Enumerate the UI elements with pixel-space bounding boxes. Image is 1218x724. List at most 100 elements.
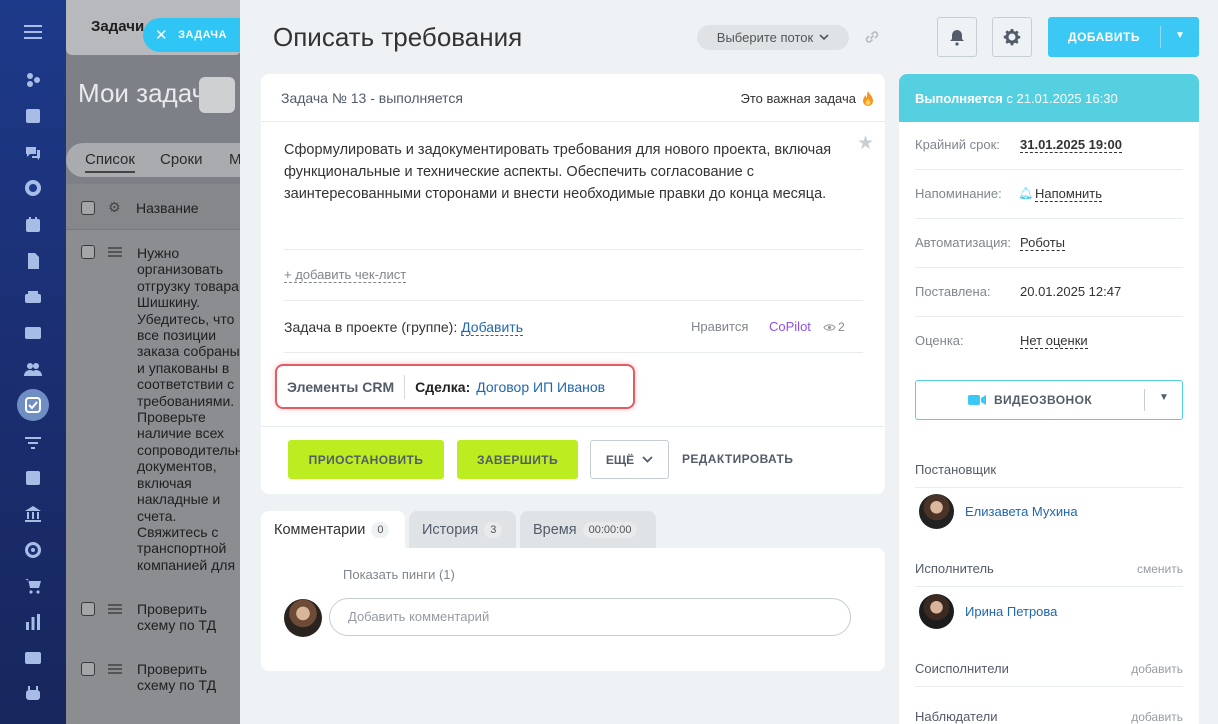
bell-icon bbox=[950, 30, 964, 46]
assignee-section: Исполнитель сменить bbox=[915, 561, 1183, 587]
crm-elements-block: Элементы CRM Сделка: Договор ИП Иванов bbox=[275, 364, 635, 409]
eye-icon bbox=[823, 323, 836, 331]
bg-gear-icon[interactable]: ⚙ bbox=[108, 199, 121, 216]
finish-button[interactable]: ЗАВЕРШИТЬ bbox=[457, 440, 578, 479]
status-since: с 21.01.2025 16:30 bbox=[1006, 91, 1118, 106]
bg-tab-deadlines[interactable]: Сроки bbox=[160, 151, 202, 168]
assignee-person[interactable]: Ирина Петрова bbox=[919, 594, 1057, 629]
contact-card-icon[interactable] bbox=[22, 647, 44, 669]
tasks-icon[interactable] bbox=[17, 389, 49, 421]
bg-sort-button[interactable] bbox=[199, 77, 235, 113]
coexecutors-add-link[interactable]: добавить bbox=[1131, 662, 1183, 676]
add-checklist-link[interactable]: + добавить чек-лист bbox=[284, 267, 407, 283]
chevron-down-icon bbox=[642, 456, 653, 463]
status-badge: Выполняется с 21.01.2025 16:30 bbox=[899, 74, 1199, 122]
users-icon[interactable] bbox=[22, 358, 44, 380]
task-card-header: Задача № 13 - выполняется Это важная зад… bbox=[261, 74, 885, 122]
add-button[interactable]: ДОБАВИТЬ ▼ bbox=[1048, 17, 1199, 57]
bg-task-table: ⚙ Название Нужно организовать отгрузку т… bbox=[66, 184, 266, 724]
tab-time[interactable]: Время 00:00:00 bbox=[520, 511, 656, 548]
created-value: 20.01.2025 12:47 bbox=[1020, 284, 1122, 299]
table-row[interactable]: Нужно организовать отгрузку товара Шишки… bbox=[137, 245, 260, 573]
pause-button[interactable]: ПРИОСТАНОВИТЬ bbox=[288, 440, 444, 479]
copilot-button[interactable]: CoPilot bbox=[769, 319, 811, 334]
observers-section: Наблюдатели добавить bbox=[915, 709, 1183, 724]
assignee-change-link[interactable]: сменить bbox=[1137, 562, 1183, 576]
fire-icon bbox=[863, 91, 873, 106]
creator-section: Постановщик bbox=[915, 462, 1183, 488]
checklist-icon[interactable] bbox=[22, 467, 44, 489]
target-icon[interactable] bbox=[22, 177, 44, 199]
assignee-label: Исполнитель bbox=[915, 561, 994, 576]
important-label: Это важная задача bbox=[740, 91, 856, 106]
edit-button[interactable]: РЕДАКТИРОВАТЬ bbox=[682, 452, 793, 466]
bg-select-all-checkbox[interactable] bbox=[81, 201, 95, 215]
drive-icon[interactable] bbox=[22, 286, 44, 308]
star-icon[interactable]: ★ bbox=[857, 132, 874, 155]
mail-icon[interactable] bbox=[22, 322, 44, 344]
videocall-button[interactable]: ВИДЕОЗВОНОК ▼ bbox=[915, 380, 1183, 420]
creator-name[interactable]: Елизавета Мухина bbox=[965, 504, 1078, 519]
calendar-icon[interactable] bbox=[22, 214, 44, 236]
rating-value[interactable]: Нет оценки bbox=[1020, 333, 1088, 349]
tab-comments[interactable]: Комментарии 0 bbox=[261, 511, 405, 548]
feed-icon[interactable] bbox=[22, 69, 44, 91]
notifications-button[interactable] bbox=[937, 17, 977, 57]
funnel-icon[interactable] bbox=[22, 432, 44, 454]
project-label: Задача в проекте (группе): bbox=[284, 319, 458, 335]
more-button-label: ЕЩЁ bbox=[605, 452, 635, 467]
table-row[interactable]: Проверить схему по ТД bbox=[137, 661, 247, 694]
close-slider-chip[interactable]: ✕ ЗАДАЧА bbox=[143, 18, 243, 52]
bg-row-checkbox[interactable] bbox=[81, 245, 95, 259]
deadline-value[interactable]: 31.01.2025 19:00 bbox=[1020, 137, 1122, 153]
automation-value[interactable]: Роботы bbox=[1020, 235, 1066, 251]
status-label: Выполняется bbox=[915, 91, 1003, 106]
avatar bbox=[919, 594, 954, 629]
chevron-down-icon[interactable]: ▼ bbox=[1159, 392, 1169, 403]
videocall-label: ВИДЕОЗВОНОК bbox=[993, 393, 1093, 407]
deal-link[interactable]: Договор ИП Иванов bbox=[476, 379, 605, 395]
table-row[interactable]: Проверить схему по ТД bbox=[137, 601, 247, 634]
creator-person[interactable]: Елизавета Мухина bbox=[919, 494, 1078, 529]
like-button[interactable]: Нравится bbox=[691, 319, 748, 334]
document-icon[interactable] bbox=[22, 250, 44, 272]
link-icon[interactable] bbox=[863, 28, 881, 46]
assignee-name[interactable]: Ирина Петрова bbox=[965, 604, 1057, 619]
comment-input[interactable]: Добавить комментарий bbox=[329, 598, 851, 636]
bank-icon[interactable] bbox=[22, 503, 44, 525]
menu-icon[interactable] bbox=[22, 21, 44, 43]
observers-add-link[interactable]: добавить bbox=[1131, 710, 1183, 724]
created-row: Поставлена: 20.01.2025 12:47 bbox=[915, 268, 1183, 317]
tab-time-count: 00:00:00 bbox=[582, 521, 638, 538]
gear-icon bbox=[1003, 29, 1021, 46]
more-button[interactable]: ЕЩЁ bbox=[590, 440, 669, 479]
flow-selector[interactable]: Выберите поток bbox=[697, 25, 849, 50]
task-title: Описать требования bbox=[273, 22, 523, 52]
show-pings-link[interactable]: Показать пинги (1) bbox=[343, 567, 455, 582]
bg-row-checkbox[interactable] bbox=[81, 602, 95, 616]
bg-drag-icon[interactable] bbox=[108, 604, 122, 614]
rating-row: Оценка: Нет оценки bbox=[915, 333, 1088, 349]
analytics-icon[interactable] bbox=[22, 611, 44, 633]
coexecutors-label: Соисполнители bbox=[915, 661, 1009, 676]
tab-history-count: 3 bbox=[484, 521, 503, 538]
bg-tab-list[interactable]: Список bbox=[85, 151, 135, 173]
bg-drag-icon[interactable] bbox=[108, 247, 122, 257]
chat-icon[interactable] bbox=[22, 142, 44, 164]
chevron-down-icon bbox=[819, 34, 829, 41]
project-add-link[interactable]: Добавить bbox=[461, 319, 524, 336]
robot-icon[interactable] bbox=[22, 683, 44, 705]
creator-label: Постановщик bbox=[915, 462, 997, 477]
left-nav bbox=[0, 0, 66, 724]
cart-icon[interactable] bbox=[22, 575, 44, 597]
chevron-down-icon[interactable]: ▼ bbox=[1175, 30, 1185, 41]
views-count: 2 bbox=[838, 320, 845, 334]
bg-drag-icon[interactable] bbox=[108, 664, 122, 674]
important-toggle[interactable]: Это важная задача bbox=[741, 90, 875, 107]
reminder-value[interactable]: Напомнить bbox=[1035, 186, 1102, 202]
bg-row-checkbox[interactable] bbox=[81, 662, 95, 676]
settings-button[interactable] bbox=[992, 17, 1032, 57]
inbox-icon[interactable] bbox=[22, 105, 44, 127]
tab-history[interactable]: История 3 bbox=[409, 511, 516, 548]
goal-icon[interactable] bbox=[22, 539, 44, 561]
